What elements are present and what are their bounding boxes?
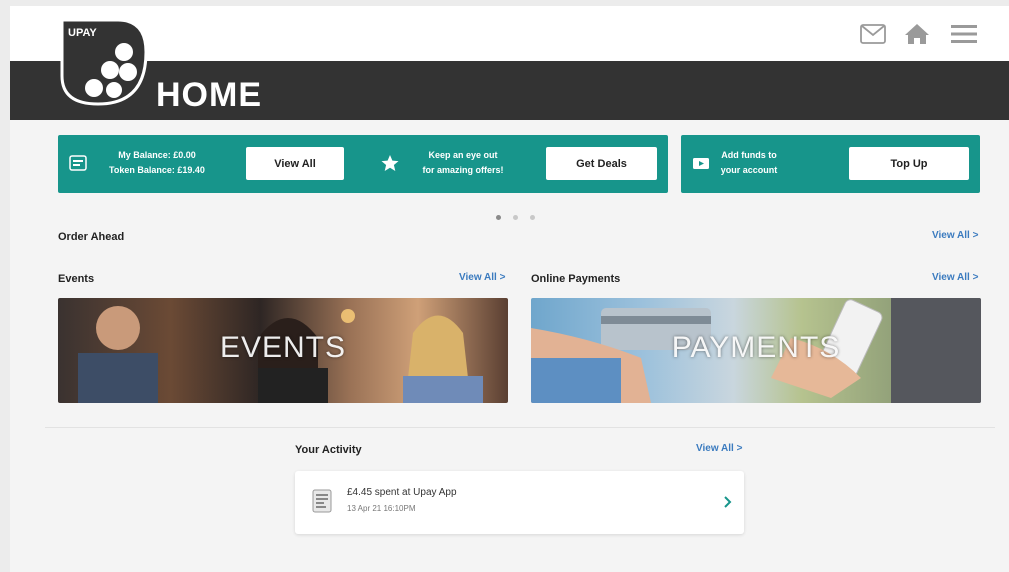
carousel-dot[interactable]	[513, 215, 518, 220]
events-image-label: EVENTS	[219, 331, 347, 364]
events-card[interactable]: EVENTS	[58, 298, 508, 403]
get-deals-button[interactable]: Get Deals	[546, 147, 657, 180]
online-payments-title: Online Payments	[531, 273, 621, 285]
upay-logo[interactable]: UPAY	[58, 16, 150, 108]
activity-description: £4.45 spent at Upay App	[347, 487, 457, 498]
logo-text: UPAY	[68, 27, 97, 39]
star-icon	[380, 152, 400, 174]
carousel-dot[interactable]	[496, 215, 501, 220]
wallet-icon	[68, 152, 88, 174]
offers-line-1: Keep an eye out	[428, 150, 498, 160]
receipt-icon	[312, 489, 332, 513]
offers-line-2: for amazing offers!	[422, 165, 504, 175]
order-ahead-title: Order Ahead	[58, 231, 125, 243]
offers-banner: Keep an eye out for amazing offers! Get …	[370, 135, 668, 193]
menu-icon[interactable]	[950, 23, 978, 45]
page-title: HOME	[156, 76, 262, 114]
balance-text: My Balance: £0.00	[118, 150, 196, 160]
your-activity-title: Your Activity	[295, 444, 362, 456]
mail-icon[interactable]	[860, 23, 886, 45]
topup-banner: Add funds to your account Top Up	[681, 135, 980, 193]
payments-card[interactable]: PAYMENTS	[531, 298, 981, 403]
carousel-dots	[496, 207, 547, 225]
topup-line-2: your account	[720, 165, 778, 175]
payments-image-label: PAYMENTS	[671, 331, 841, 364]
activity-list-item[interactable]: £4.45 spent at Upay App 13 Apr 21 16:10P…	[295, 471, 744, 534]
chevron-right-icon[interactable]	[723, 495, 733, 509]
online-payments-view-all-link[interactable]: View All >	[932, 272, 978, 283]
events-title: Events	[58, 273, 95, 285]
activity-date: 13 Apr 21 16:10PM	[347, 504, 416, 513]
topup-line-1: Add funds to	[721, 150, 777, 160]
events-view-all-link[interactable]: View All >	[459, 272, 505, 283]
balance-banner: My Balance: £0.00 Token Balance: £19.40 …	[58, 135, 385, 193]
order-ahead-view-all-link[interactable]: View All >	[932, 230, 978, 241]
section-divider	[45, 427, 995, 428]
app-frame: HOME UPAY My Balance: £0.00 Token Balanc…	[10, 6, 1009, 572]
top-up-button[interactable]: Top Up	[849, 147, 969, 180]
token-balance-text: Token Balance: £19.40	[109, 165, 205, 175]
home-icon[interactable]	[904, 23, 930, 45]
view-all-balance-button[interactable]: View All	[246, 147, 344, 180]
activity-view-all-link[interactable]: View All >	[696, 443, 742, 454]
carousel-dot[interactable]	[530, 215, 535, 220]
